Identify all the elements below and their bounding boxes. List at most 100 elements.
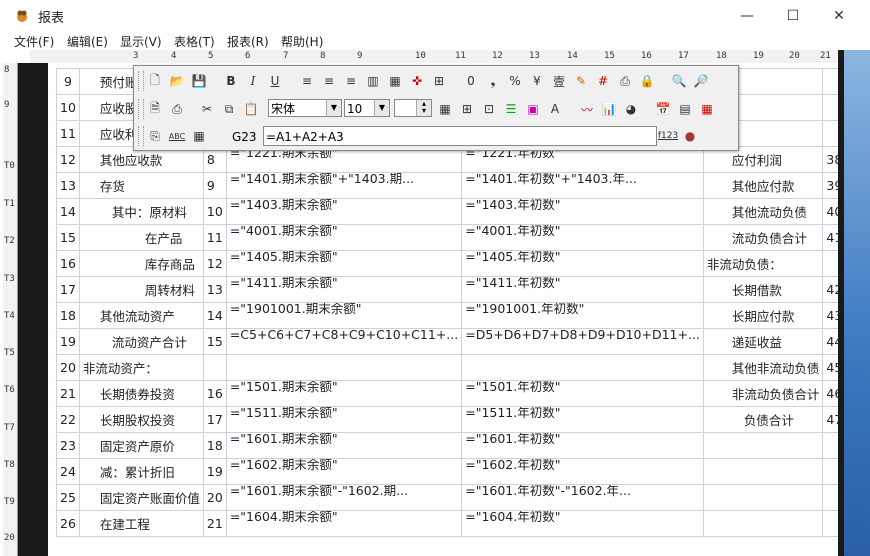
cell-a-16[interactable]: 库存商品 [78,250,204,277]
cell-e-20[interactable]: 其他非流动负债 [702,354,824,381]
align-left-icon[interactable]: ≡ [298,72,316,90]
cell-f-13[interactable]: 39 [822,172,838,199]
cell-f-23[interactable] [822,432,838,459]
minimize-button[interactable]: — [724,0,770,32]
function-icon[interactable]: f123 [658,127,678,145]
cell-b-26[interactable]: 21 [202,510,227,537]
grid-icon[interactable]: ▦ [436,100,454,118]
formula-input[interactable]: =A1+A2+A3 [263,126,657,146]
cell-n-14[interactable]: 14 [56,198,80,225]
cell-d-16[interactable]: ="1405.年初数" [461,250,704,277]
underline-icon[interactable]: U [266,72,284,90]
copy-icon[interactable]: ⧉ [220,100,238,118]
cell-d-20[interactable] [461,354,704,381]
cell-a-15[interactable]: 在产品 [78,224,204,251]
new-file-icon[interactable]: 🗋 [146,72,164,90]
close-button[interactable]: ✕ [816,0,862,32]
cell-a-22[interactable]: 长期股权投资 [78,406,204,433]
cell-c-20[interactable] [225,354,463,381]
cell-c-21[interactable]: ="1501.期末余额" [225,380,463,407]
open-folder-icon[interactable]: 📂 [168,72,186,90]
cell-b-13[interactable]: 9 [202,172,227,199]
cell-f-26[interactable] [822,510,838,537]
toolbar-grip[interactable] [138,71,144,91]
cell-c-16[interactable]: ="1405.期末余额" [225,250,463,277]
cell-a-21[interactable]: 长期债券投资 [78,380,204,407]
cell-b-20[interactable] [202,354,227,381]
cell-d-21[interactable]: ="1501.年初数" [461,380,704,407]
cell-n-17[interactable]: 17 [56,276,80,303]
columns-icon[interactable]: ▥ [364,72,382,90]
cell-n-10[interactable]: 10 [56,94,80,121]
cell-n-18[interactable]: 18 [56,302,80,329]
cell-d-26[interactable]: ="1604.年初数" [461,510,704,537]
cell-d-24[interactable]: ="1602.年初数" [461,458,704,485]
cell-n-25[interactable]: 25 [56,484,80,511]
cell-c-15[interactable]: ="4001.期末余额" [225,224,463,251]
cell-d-23[interactable]: ="1601.年初数" [461,432,704,459]
cell-n-11[interactable]: 11 [56,120,80,147]
cell-e-22[interactable]: 负债合计 [702,406,824,433]
font-size-select[interactable]: 10 ▼ [344,99,390,117]
spinner-icon[interactable]: ▴ ▾ [416,100,431,116]
cell-n-22[interactable]: 22 [56,406,80,433]
cell-e-21[interactable]: 非流动负债合计 [702,380,824,407]
align-right-icon[interactable]: ≡ [342,72,360,90]
cell-d-14[interactable]: ="1403.年初数" [461,198,704,225]
date-icon[interactable]: 📅 [654,100,672,118]
cell-n-23[interactable]: 23 [56,432,80,459]
cell-n-26[interactable]: 26 [56,510,80,537]
cell-e-15[interactable]: 流动负债合计 [702,224,824,251]
cell-c-17[interactable]: ="1411.期末余额" [225,276,463,303]
cell-f-22[interactable]: 47 [822,406,838,433]
menu-table[interactable]: 表格(T) [174,33,215,50]
cell-c-14[interactable]: ="1403.期末余额" [225,198,463,225]
cell-b-15[interactable]: 11 [202,224,227,251]
menu-edit[interactable]: 编辑(E) [67,33,108,50]
cell-c-25[interactable]: ="1601.期末余额"-"1602.期... [225,484,463,511]
paste-icon[interactable]: 📋 [242,100,260,118]
cell-f-14[interactable]: 40 [822,198,838,225]
cell-f-16[interactable] [822,250,838,277]
printer-icon[interactable]: ⎙ [168,100,186,118]
percent-icon[interactable]: % [506,72,524,90]
menu-help[interactable]: 帮助(H) [281,33,323,50]
cell-d-22[interactable]: ="1511.年初数" [461,406,704,433]
cell-n-16[interactable]: 16 [56,250,80,277]
cell-b-22[interactable]: 17 [202,406,227,433]
cell-a-13[interactable]: 存货 [78,172,204,199]
toolbar-grip[interactable] [138,99,144,119]
bold-icon[interactable]: B [222,72,240,90]
cell-e-16[interactable]: 非流动负债： [702,250,824,277]
cell-d-15[interactable]: ="4001.年初数" [461,224,704,251]
cell-b-25[interactable]: 20 [202,484,227,511]
cell-c-22[interactable]: ="1511.期末余额" [225,406,463,433]
chevron-down-icon[interactable]: ▼ [374,100,389,116]
cell-f-21[interactable]: 46 [822,380,838,407]
format-icon[interactable]: ✎ [572,72,590,90]
pie-chart-icon[interactable]: ◕ [622,100,640,118]
border-icon[interactable]: ⊞ [458,100,476,118]
cell-c-19[interactable]: =C5+C6+C7+C8+C9+C10+C11+... [225,328,463,355]
cell-f-20[interactable]: 45 [822,354,838,381]
save-icon[interactable]: 💾 [190,72,208,90]
cell-f-17[interactable]: 42 [822,276,838,303]
cell-b-23[interactable]: 18 [202,432,227,459]
cell-c-13[interactable]: ="1401.期末余额"+"1403.期... [225,172,463,199]
cell-a-18[interactable]: 其他流动资产 [78,302,204,329]
abc-spell-icon[interactable]: ABC [168,127,186,145]
cell-d-25[interactable]: ="1601.年初数"-"1602.年... [461,484,704,511]
zoom-in-icon[interactable]: 🔍 [670,72,688,90]
line-style-icon[interactable]: ☰ [502,100,520,118]
font-name-select[interactable]: 宋体 ▼ [268,99,342,117]
cell-e-19[interactable]: 递延收益 [702,328,824,355]
cell-a-20[interactable]: 非流动资产： [78,354,204,381]
menu-report[interactable]: 报表(R) [227,33,269,50]
cell-b-19[interactable]: 15 [202,328,227,355]
cell-n-24[interactable]: 24 [56,458,80,485]
table-grid-icon[interactable]: ⊞ [430,72,448,90]
cell-a-19[interactable]: 流动资产合计 [78,328,204,355]
toolbar-grip[interactable] [138,126,144,146]
chinese-number-icon[interactable]: 壹 [550,72,568,90]
zero-format-icon[interactable]: 0 [462,72,480,90]
